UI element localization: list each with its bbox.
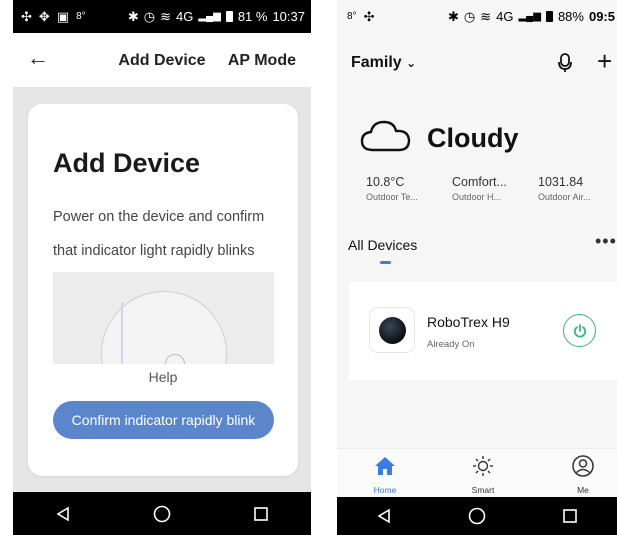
device-card[interactable]: RoboTrex H9 Already On	[349, 282, 617, 380]
stat-humidity: Comfort... Outdoor H...	[452, 175, 507, 202]
sun-icon	[473, 456, 493, 476]
fan-icon: ✣	[363, 8, 375, 24]
bluetooth-icon: ✱	[127, 8, 139, 24]
power-button[interactable]	[563, 314, 596, 347]
ap-mode-button[interactable]: AP Mode	[228, 52, 296, 70]
recents-square-icon[interactable]	[241, 494, 281, 534]
stat-air: 1031.84 Outdoor Air...	[538, 175, 591, 202]
tab-home[interactable]: Home	[355, 455, 415, 495]
signal-icon: ▂▄▆	[518, 11, 541, 22]
signal-icon: ▂▄▆	[198, 11, 221, 22]
battery-icon	[225, 11, 233, 22]
battery-icon	[545, 11, 553, 22]
status-bar: 8° ✣ ✱ ◷ ≋ 4G ▂▄▆ 88% 09:5	[337, 0, 617, 33]
stat-value: 1031.84	[538, 175, 584, 189]
tab-me[interactable]: Me	[553, 455, 613, 495]
android-nav-bar	[337, 497, 617, 535]
add-device-screen: ✣ ✥ ▣ 8° ✱ ◷ ≋ 4G ▂▄▆ 81 % 10:37 ← Add D…	[13, 0, 311, 535]
temp-indicator: 8°	[347, 11, 357, 22]
network-type: 4G	[496, 9, 514, 24]
card-description: Power on the device and confirm that ind…	[53, 209, 265, 259]
cloud-icon	[359, 116, 413, 161]
alarm-icon: ◷	[463, 8, 476, 24]
home-selector[interactable]: Family ⌄	[351, 54, 416, 72]
dropbox-icon: ✥	[38, 8, 50, 24]
image-icon: ▣	[56, 8, 70, 24]
android-nav-bar	[13, 492, 311, 535]
profile-icon	[572, 455, 594, 477]
stat-value: Comfort...	[452, 175, 507, 189]
confirm-blink-button[interactable]: Confirm indicator rapidly blink	[53, 401, 274, 439]
clock: 09:5	[588, 9, 615, 24]
home-circle-icon[interactable]	[457, 496, 497, 535]
illustration-line	[121, 302, 123, 364]
home-screen: 8° ✣ ✱ ◷ ≋ 4G ▂▄▆ 88% 09:5 Family ⌄ + Cl…	[337, 0, 617, 535]
battery-percent: 88%	[557, 9, 584, 24]
device-thumbnail	[369, 307, 415, 353]
bluetooth-icon: ✱	[447, 8, 459, 24]
stat-label: Outdoor Air...	[538, 192, 591, 202]
recents-square-icon[interactable]	[550, 496, 590, 535]
battery-percent: 81 %	[237, 9, 268, 24]
microphone-icon[interactable]	[557, 52, 573, 79]
tab-label: Smart	[471, 485, 495, 495]
power-icon	[573, 323, 586, 338]
device-name: RoboTrex H9	[427, 314, 510, 330]
notification-icons: 8° ✣	[347, 9, 374, 25]
system-icons: ✱ ◷ ≋ 4G ▂▄▆ 88% 09:5	[448, 9, 615, 25]
stat-value: 10.8°C	[366, 175, 405, 189]
tab-label: Me	[577, 485, 589, 495]
card-title: Add Device	[53, 148, 201, 178]
chevron-down-icon: ⌄	[406, 56, 417, 70]
wifi-icon: ≋	[160, 8, 171, 24]
stat-temperature: 10.8°C Outdoor Te...	[366, 175, 418, 202]
clock: 10:37	[272, 9, 305, 24]
device-illustration	[53, 272, 274, 364]
status-bar: ✣ ✥ ▣ 8° ✱ ◷ ≋ 4G ▂▄▆ 81 % 10:37	[13, 0, 311, 33]
network-type: 4G	[176, 9, 194, 24]
home-name: Family	[351, 54, 402, 71]
alarm-icon: ◷	[143, 8, 156, 24]
back-triangle-icon[interactable]	[364, 496, 404, 535]
more-options-icon[interactable]: •••	[595, 231, 617, 252]
help-link[interactable]: Help	[28, 369, 298, 385]
tab-all-devices[interactable]: All Devices	[348, 237, 417, 253]
notification-icons: ✣ ✥ ▣ 8°	[21, 9, 86, 25]
header: ← Add Device AP Mode	[13, 33, 311, 87]
tab-label: Home	[373, 485, 397, 495]
wifi-icon: ≋	[480, 8, 492, 24]
fan-icon: ✣	[21, 8, 32, 24]
instruction-card: Add Device Power on the device and confi…	[28, 104, 298, 476]
device-outline	[101, 291, 227, 364]
tab-smart[interactable]: Smart	[453, 455, 513, 495]
stat-label: Outdoor H...	[452, 192, 502, 202]
add-icon[interactable]: +	[597, 46, 612, 77]
robot-vacuum-icon	[379, 317, 406, 344]
bottom-tab-bar: Home Smart Me	[337, 448, 617, 497]
active-tab-indicator	[380, 261, 391, 264]
home-circle-icon[interactable]	[142, 494, 182, 534]
back-triangle-icon[interactable]	[43, 494, 83, 534]
stat-label: Outdoor Te...	[366, 192, 418, 202]
weather-condition: Cloudy	[427, 123, 519, 153]
home-icon	[375, 457, 395, 475]
device-status: Already On	[427, 339, 475, 350]
temp-indicator: 8°	[76, 11, 86, 22]
system-icons: ✱ ◷ ≋ 4G ▂▄▆ 81 % 10:37	[128, 9, 305, 25]
